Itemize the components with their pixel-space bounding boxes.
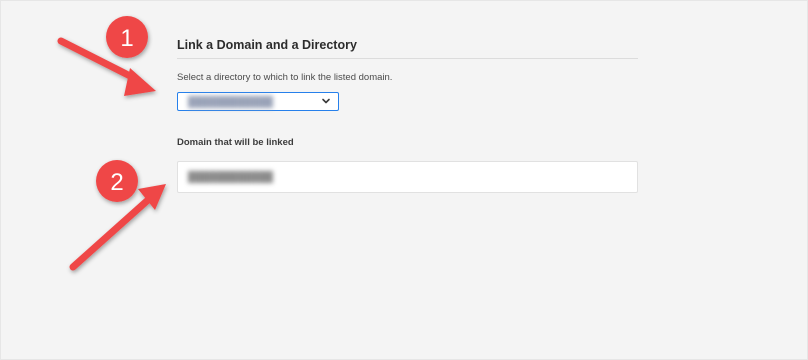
step-1-label: 1 [120, 25, 133, 52]
domain-field[interactable]: ████████████ [177, 161, 638, 193]
step-2-label: 2 [110, 169, 123, 196]
section-title: Link a Domain and a Directory [177, 38, 357, 52]
directory-select[interactable]: ████████████ [177, 92, 339, 111]
arrow-2 [69, 184, 166, 271]
chevron-down-icon [322, 98, 330, 104]
arrow-1 [57, 37, 156, 96]
step-2-badge [96, 160, 138, 202]
directory-helper-text: Select a directory to which to link the … [177, 72, 393, 83]
domain-field-label: Domain that will be linked [177, 137, 294, 148]
step-1-badge [106, 16, 148, 58]
directory-select-value: ████████████ [188, 97, 274, 108]
domain-field-value: ████████████ [188, 172, 274, 183]
title-divider [177, 58, 638, 59]
